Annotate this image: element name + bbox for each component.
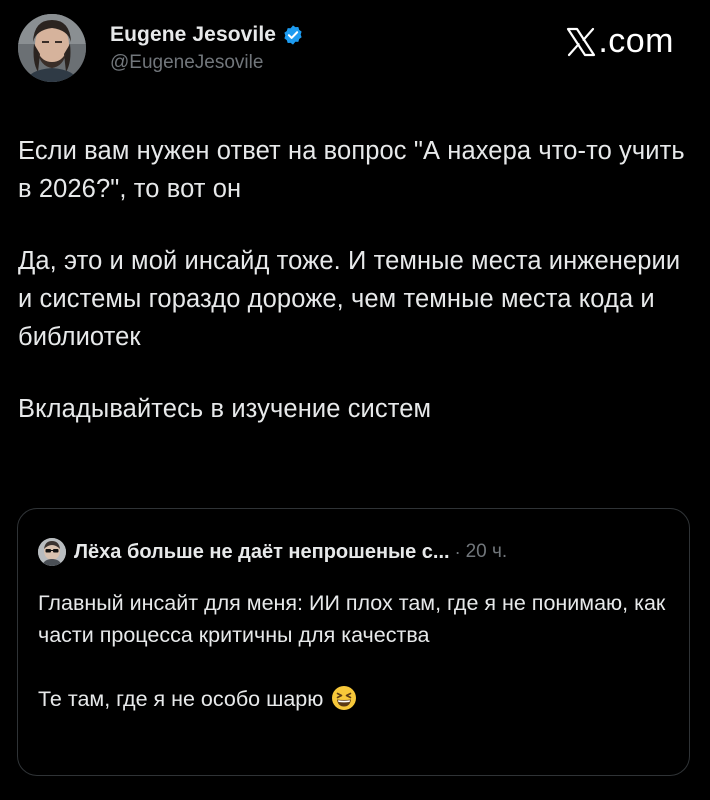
quoted-author-avatar bbox=[38, 538, 66, 566]
x-logo-icon bbox=[567, 27, 596, 56]
quoted-tweet-paragraph-last: Те там, где я не особо шарю bbox=[38, 683, 678, 715]
verified-badge-icon bbox=[284, 25, 302, 45]
quoted-tweet-card[interactable]: Лёха больше не даёт непрошеные с... · 20… bbox=[17, 508, 690, 776]
separator-dot: · bbox=[454, 541, 461, 562]
author-handle[interactable]: @EugeneJesovile bbox=[110, 52, 304, 74]
tweet-paragraph: Если вам нужен ответ на вопрос "А нахера… bbox=[18, 137, 685, 203]
quoted-tweet-header: Лёха больше не даёт непрошеные с... · 20… bbox=[38, 537, 507, 567]
quoted-avatar-image bbox=[38, 538, 66, 566]
brand-suffix: .com bbox=[598, 22, 674, 60]
author-info: Eugene Jesovile @EugeneJesovile bbox=[110, 20, 304, 74]
author-avatar-image bbox=[18, 14, 86, 82]
tweet-paragraph: Да, это и мой инсайд тоже. И темные мест… bbox=[18, 247, 681, 351]
quoted-tweet-time: 20 ч. bbox=[465, 541, 508, 562]
quoted-tweet-last-line: Те там, где я не особо шарю bbox=[38, 687, 324, 711]
author-avatar[interactable] bbox=[18, 14, 86, 82]
quoted-author-name: Лёха больше не даёт непрошеные с... bbox=[74, 540, 450, 563]
grinning-squinting-face-emoji-icon bbox=[332, 686, 357, 710]
quoted-tweet-body: Главный инсайт для меня: ИИ плох там, гд… bbox=[38, 587, 678, 715]
brand-logo: .com bbox=[566, 22, 674, 61]
quoted-tweet-paragraph: Главный инсайт для меня: ИИ плох там, гд… bbox=[38, 591, 666, 647]
tweet-header: Eugene Jesovile @EugeneJesovile .com bbox=[18, 14, 692, 88]
tweet-body: Если вам нужен ответ на вопрос "А нахера… bbox=[18, 132, 688, 428]
tweet-paragraph: Вкладывайтесь в изучение систем bbox=[18, 395, 432, 423]
author-name[interactable]: Eugene Jesovile bbox=[110, 23, 276, 47]
